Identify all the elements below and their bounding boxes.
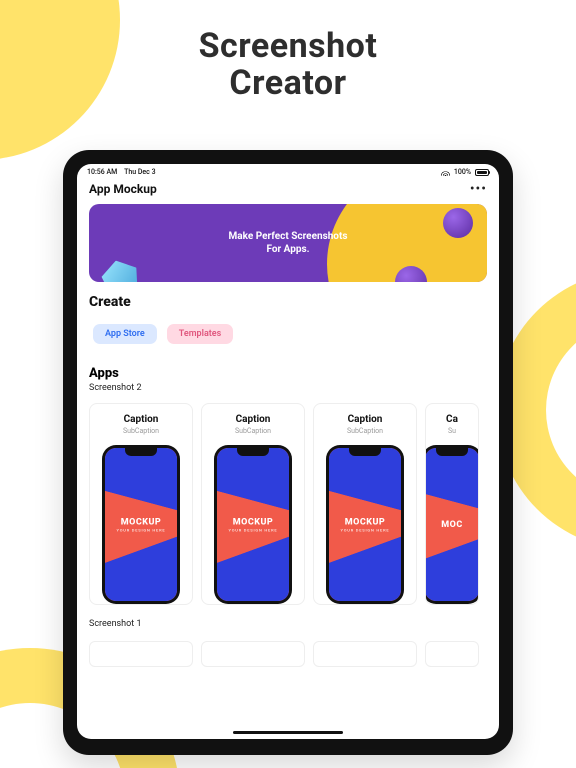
page-title-line2: Creator [0, 65, 576, 102]
hero-line2: For Apps. [266, 243, 309, 257]
screenshot-card[interactable]: Caption SubCaption MOCKUP YOUR DESIGN HE… [89, 403, 193, 605]
page-title-line1: Screenshot [0, 28, 576, 65]
group-label-screenshot-1: Screenshot 1 [77, 609, 499, 635]
card-row[interactable]: Caption SubCaption MOCKUP YOUR DESIGN HE… [77, 399, 499, 609]
hero-line1: Make Perfect Screenshots [229, 230, 348, 244]
nav-bar: App Mockup ••• [77, 176, 499, 200]
phone-mockup: MOCKUP YOUR DESIGN HERE [214, 445, 292, 604]
status-bar: 10:56 AM Thu Dec 3 100% [77, 164, 499, 176]
phone-mockup: MOCKUP YOUR DESIGN HERE [326, 445, 404, 604]
battery-icon [475, 169, 489, 176]
card-caption: Caption [236, 414, 271, 425]
screenshot-card[interactable] [425, 641, 479, 667]
tablet-screen: 10:56 AM Thu Dec 3 100% App Mockup ••• M… [77, 164, 499, 739]
status-left: 10:56 AM Thu Dec 3 [87, 168, 156, 176]
card-caption: Caption [124, 414, 159, 425]
page-title: Screenshot Creator [0, 0, 576, 103]
tablet-frame: 10:56 AM Thu Dec 3 100% App Mockup ••• M… [63, 150, 513, 755]
card-subcaption: Su [448, 427, 456, 435]
card-caption: Caption [348, 414, 383, 425]
card-subcaption: SubCaption [347, 427, 383, 435]
screenshot-card[interactable] [89, 641, 193, 667]
group-label-screenshot-2: Screenshot 2 [77, 383, 499, 399]
chip-templates[interactable]: Templates [167, 324, 234, 344]
card-subcaption: SubCaption [235, 427, 271, 435]
battery-pct: 100% [454, 168, 471, 176]
status-right: 100% [441, 168, 489, 176]
section-apps-heading: Apps [77, 354, 499, 383]
nav-title: App Mockup [89, 182, 157, 196]
status-time: 10:56 AM [87, 168, 117, 176]
phone-mockup: MOC [425, 445, 479, 604]
home-indicator[interactable] [233, 731, 343, 734]
card-subcaption: SubCaption [123, 427, 159, 435]
chip-row: App Store Templates [77, 320, 499, 354]
status-date: Thu Dec 3 [124, 168, 155, 176]
section-create-heading: Create [77, 282, 499, 320]
screenshot-card[interactable]: Caption SubCaption MOCKUP YOUR DESIGN HE… [201, 403, 305, 605]
screenshot-card[interactable] [313, 641, 417, 667]
mockup-label: MOCKUP YOUR DESIGN HERE [329, 517, 401, 532]
screenshot-card[interactable]: Caption SubCaption MOCKUP YOUR DESIGN HE… [313, 403, 417, 605]
mockup-label: MOCKUP YOUR DESIGN HERE [105, 517, 177, 532]
card-caption: Ca [446, 414, 458, 425]
hero-text: Make Perfect Screenshots For Apps. [89, 204, 487, 282]
wifi-icon [441, 169, 450, 176]
screenshot-card[interactable] [201, 641, 305, 667]
hero-banner[interactable]: Make Perfect Screenshots For Apps. [89, 204, 487, 282]
chip-app-store[interactable]: App Store [93, 324, 157, 344]
mockup-label: MOCKUP YOUR DESIGN HERE [217, 517, 289, 532]
more-button[interactable]: ••• [470, 186, 487, 192]
mockup-label: MOC [425, 520, 479, 530]
card-row-2[interactable] [77, 635, 499, 667]
screenshot-card[interactable]: Ca Su MOC [425, 403, 479, 605]
phone-mockup: MOCKUP YOUR DESIGN HERE [102, 445, 180, 604]
